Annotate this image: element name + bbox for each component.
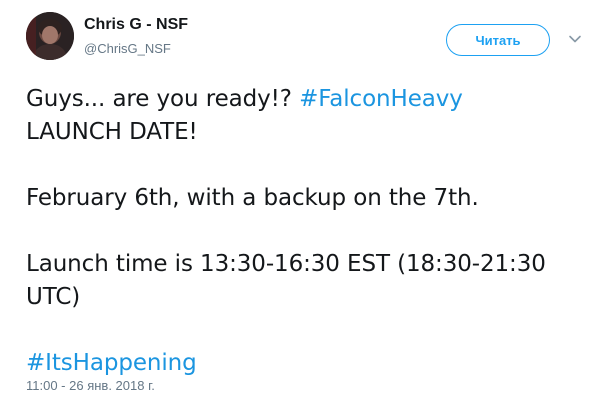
tweet-line-1-text: Guys... are you ready!? [26,86,300,112]
tweet-timestamp[interactable]: 11:00 - 26 янв. 2018 г. [26,378,155,393]
hashtag-falconheavy[interactable]: #FalconHeavy [299,86,463,112]
author-handle[interactable]: @ChrisG_NSF [84,41,171,56]
tweet-line-2: LAUNCH DATE! [26,119,198,145]
tweet-line-1: Guys... are you ready!? #FalconHeavy [26,83,582,116]
tweet-line-3: February 6th, with a backup on the 7th. [26,185,479,211]
follow-button[interactable]: Читать [446,24,550,56]
tweet-card: Chris G - NSF @ChrisG_NSF Читать Guys...… [0,0,598,408]
tweet-text: Guys... are you ready!? #FalconHeavy LAU… [26,83,582,380]
hashtag-itshappening[interactable]: #ItsHappening [26,350,197,376]
tweet-line-5: UTC) [26,284,81,310]
tweet-line-4: Launch time is 13:30-16:30 EST (18:30-21… [26,251,546,277]
author-name[interactable]: Chris G - NSF [84,16,188,34]
chevron-down-icon[interactable] [566,30,584,48]
author-avatar[interactable] [26,12,74,60]
avatar-image [26,12,74,60]
tweet-line-6: #ItsHappening [26,347,582,380]
